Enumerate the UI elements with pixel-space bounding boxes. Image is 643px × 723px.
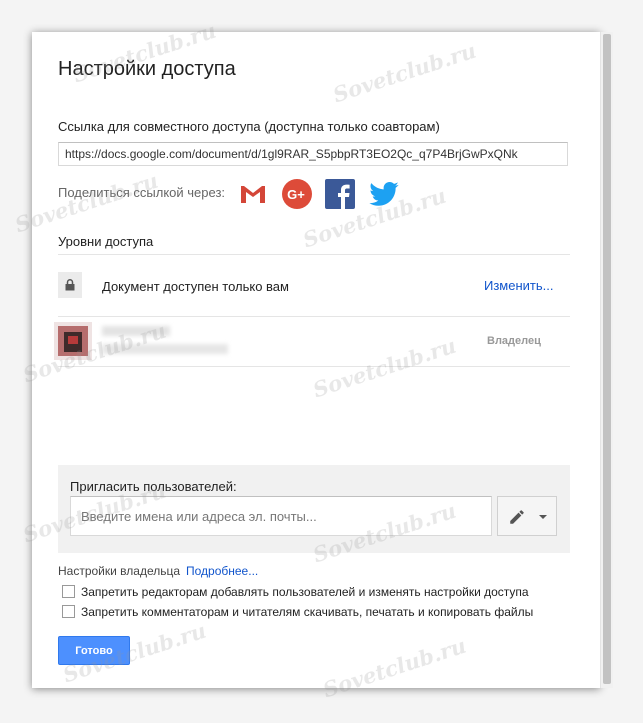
google-plus-icon[interactable]: G+ — [281, 178, 313, 210]
done-button[interactable]: Готово — [58, 636, 130, 665]
restrict-viewers-checkbox[interactable] — [62, 605, 75, 618]
restrict-editors-checkbox[interactable] — [62, 585, 75, 598]
permission-dropdown-button[interactable] — [497, 496, 557, 536]
restrict-editors-label: Запретить редакторам добавлять пользоват… — [81, 585, 529, 599]
invite-panel: Пригласить пользователей: — [58, 465, 570, 553]
scrollbar-thumb[interactable] — [603, 34, 611, 684]
owner-settings-label: Настройки владельца — [58, 564, 181, 578]
owner-name-redacted — [102, 326, 170, 336]
learn-more-link[interactable]: Подробнее... — [186, 564, 258, 578]
twitter-icon[interactable] — [368, 178, 400, 210]
invite-input[interactable] — [70, 496, 492, 536]
lock-icon — [65, 279, 75, 291]
share-settings-dialog: Настройки доступа Ссылка для совместного… — [32, 32, 600, 688]
restrict-viewers-option[interactable]: Запретить комментаторам и читателям скач… — [62, 605, 533, 619]
owner-role-label: Владелец — [487, 335, 541, 347]
divider — [58, 366, 570, 367]
gmail-icon[interactable] — [237, 178, 269, 210]
owner-email-redacted — [102, 344, 228, 354]
share-link-label: Ссылка для совместного доступа (доступна… — [58, 119, 440, 134]
share-link-field[interactable] — [58, 142, 568, 166]
access-levels-label: Уровни доступа — [58, 234, 154, 249]
share-via-label: Поделиться ссылкой через: — [58, 185, 226, 200]
divider — [58, 316, 570, 317]
svg-text:G+: G+ — [287, 187, 305, 202]
chevron-down-icon — [539, 515, 547, 519]
pencil-icon — [510, 510, 524, 524]
dialog-title: Настройки доступа — [58, 58, 236, 80]
change-access-link[interactable]: Изменить... — [484, 278, 553, 293]
restrict-editors-option[interactable]: Запретить редакторам добавлять пользоват… — [62, 585, 529, 599]
facebook-icon[interactable] — [324, 178, 356, 210]
document-access-status: Документ доступен только вам — [102, 279, 289, 294]
scrollbar[interactable] — [600, 32, 613, 688]
restrict-viewers-label: Запретить комментаторам и читателям скач… — [81, 605, 534, 619]
invite-label: Пригласить пользователей: — [70, 479, 237, 494]
lock-icon-box — [58, 272, 82, 298]
avatar — [54, 322, 92, 360]
divider — [58, 254, 570, 255]
